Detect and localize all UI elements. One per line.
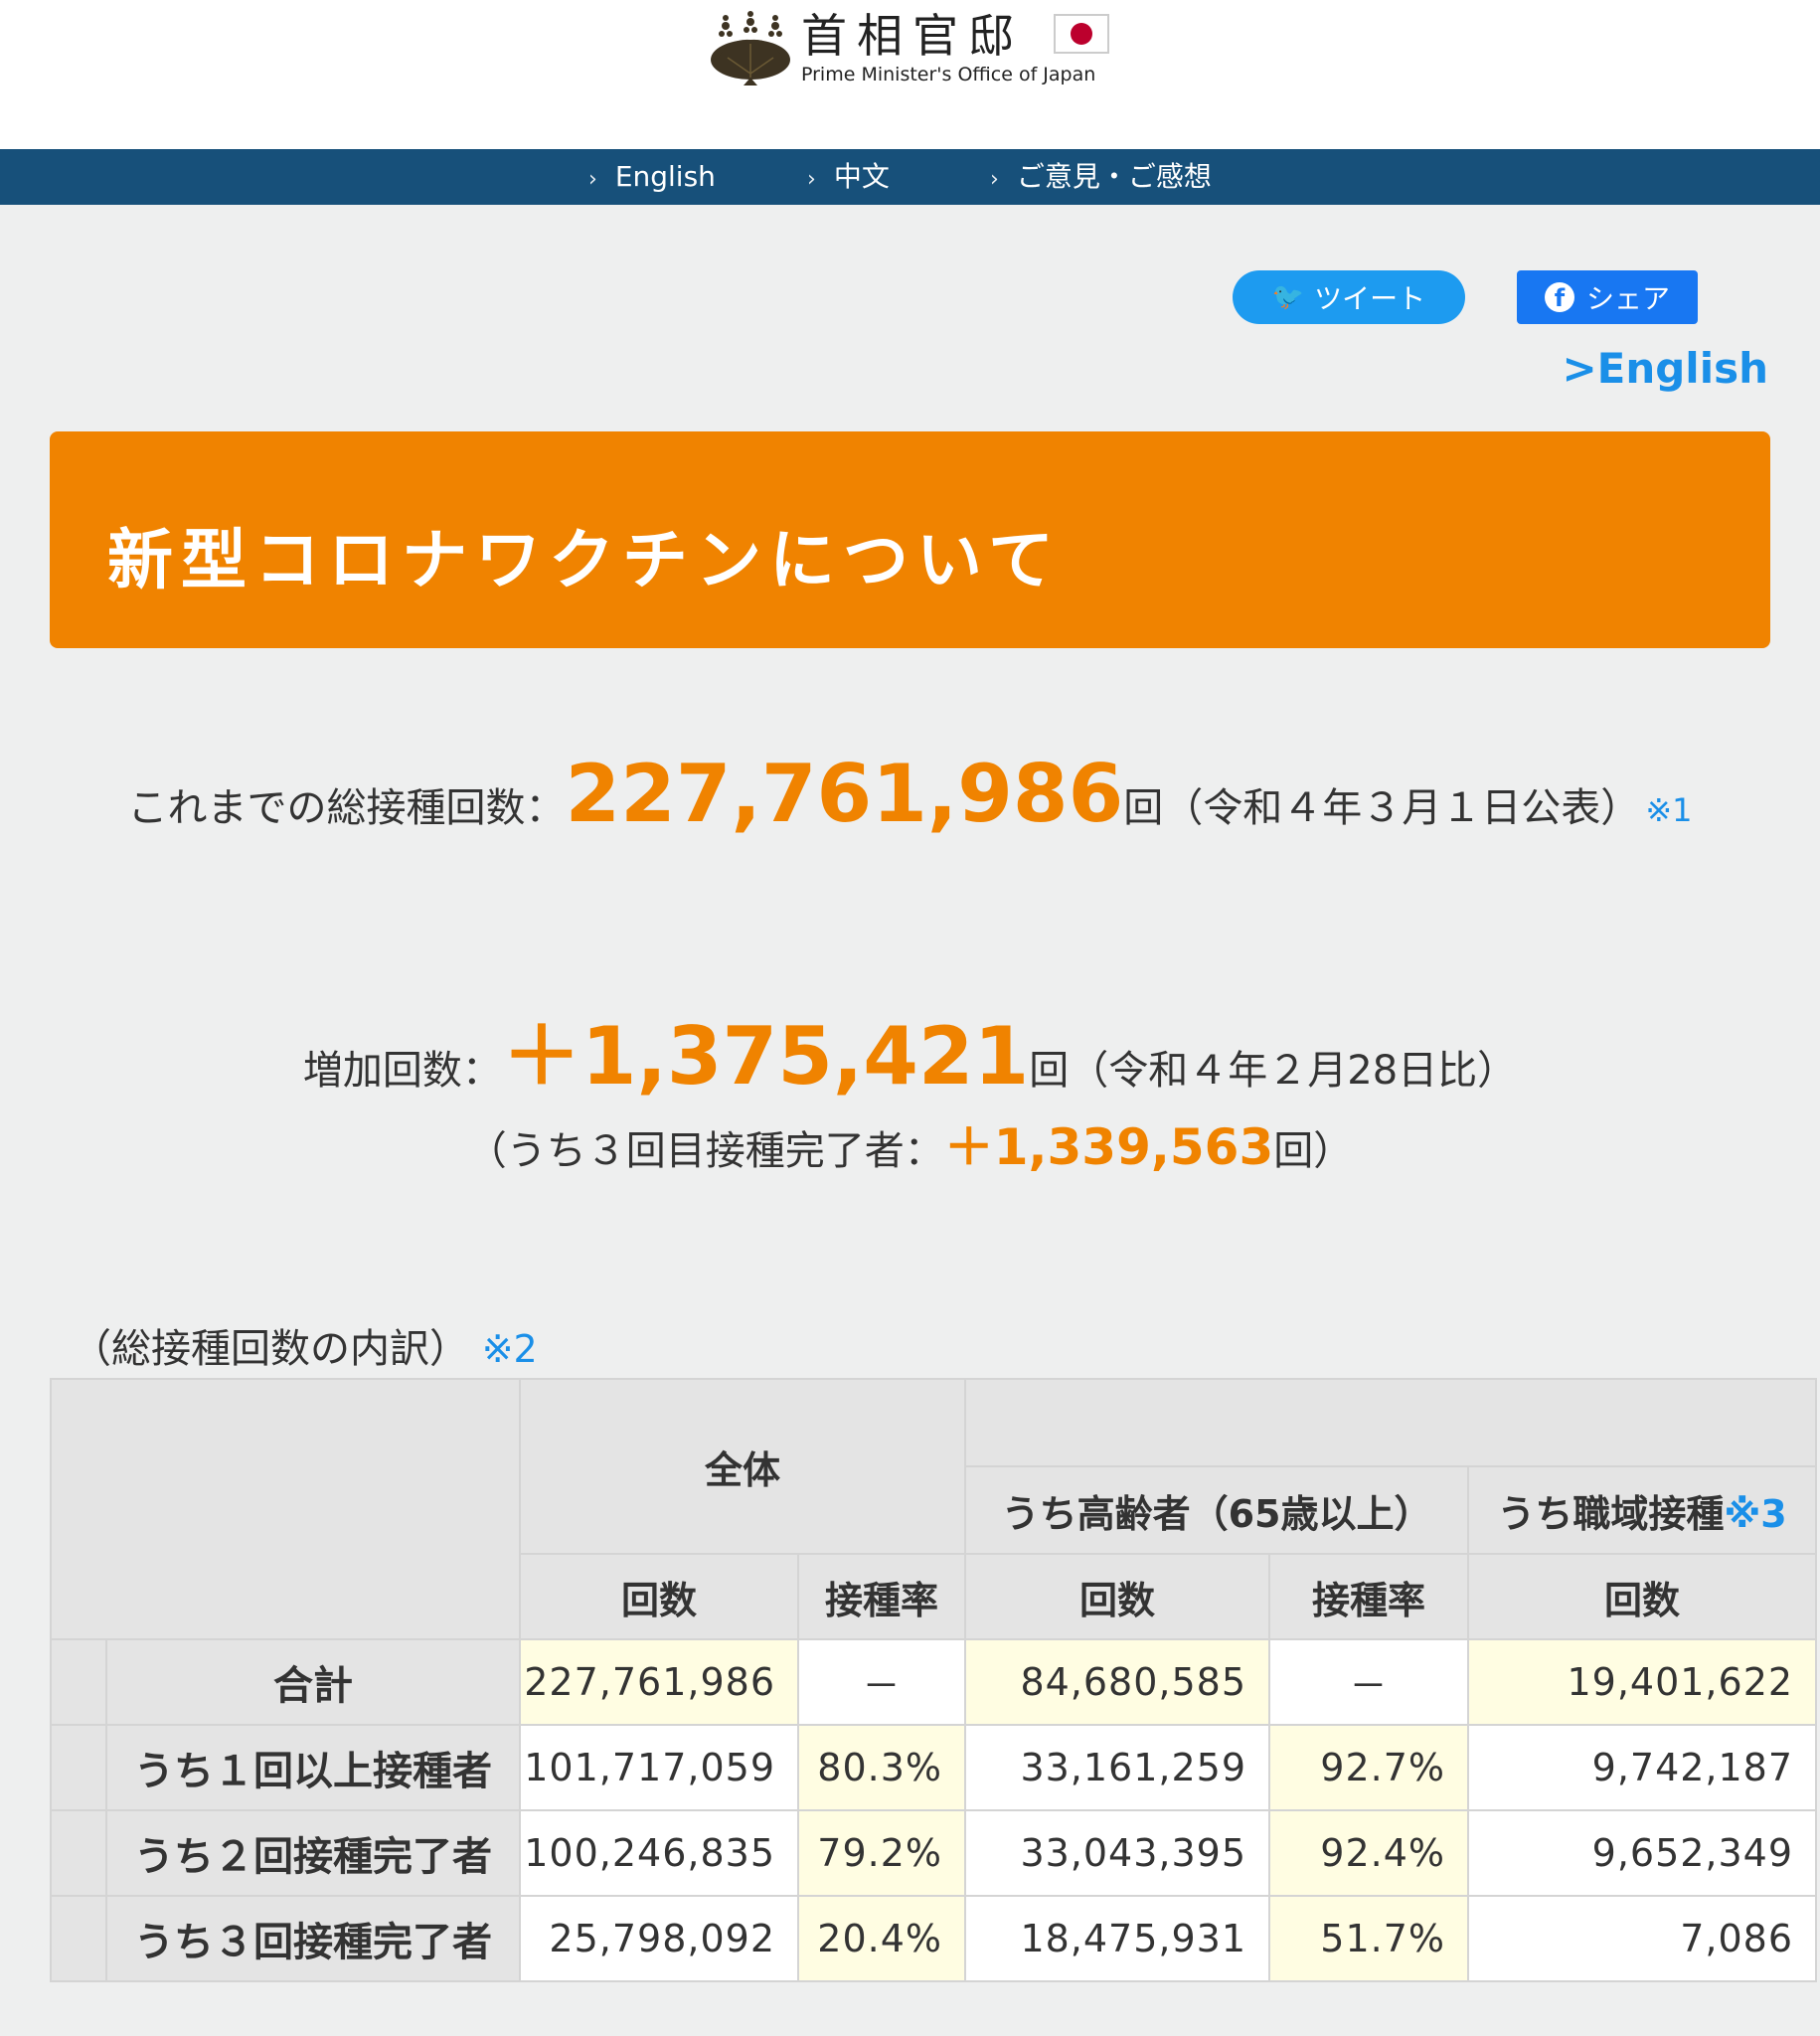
row-indent	[50, 1809, 107, 1897]
row-indent	[50, 1724, 107, 1811]
row-indent	[50, 1895, 107, 1982]
nav-link-label: ご意見・ご感想	[1016, 160, 1212, 193]
group-header-elderly: うち高齢者（65歳以上）	[964, 1465, 1470, 1555]
group-header-workplace: うち職域接種※3	[1467, 1465, 1818, 1555]
row-indent	[50, 1638, 107, 1726]
flag-sun	[1071, 23, 1092, 45]
third-dose-increase-line: （うち３回目接種完了者：＋1,339,563回）	[0, 1107, 1820, 1179]
page-title-banner: 新型コロナワクチンについて	[50, 431, 1770, 648]
workplace-label: うち職域接種	[1497, 1491, 1725, 1536]
cell-all-rate: 20.4%	[796, 1895, 967, 1982]
cell-all-count: 101,717,059	[519, 1724, 799, 1811]
twitter-bird-icon: 🐦	[1271, 282, 1305, 312]
cell-elderly-rate: －	[1268, 1638, 1470, 1726]
cell-all-rate: －	[796, 1638, 967, 1726]
cell-all-count: 100,246,835	[519, 1809, 799, 1897]
cell-elderly-count: 33,161,259	[964, 1724, 1271, 1811]
share-label: シェア	[1585, 282, 1670, 315]
tweet-button[interactable]: 🐦 ツイート	[1233, 270, 1465, 324]
footnote-link-2[interactable]: ※2	[482, 1327, 538, 1371]
logo-title-en: Prime Minister's Office of Japan	[801, 64, 1096, 85]
row-header: うち２回接種完了者	[105, 1809, 521, 1897]
total-value: 227,761,986	[565, 748, 1124, 840]
group-header-spacer	[964, 1378, 1818, 1467]
footnote-link-3[interactable]: ※3	[1724, 1492, 1786, 1536]
chevron-right-icon: ›	[807, 167, 816, 192]
third-dose-prefix: （うち３回目接種完了者：	[466, 1128, 944, 1174]
facebook-icon: f	[1544, 282, 1574, 312]
table-row: うち２回接種完了者 100,246,835 79.2% 33,043,395 9…	[50, 1809, 1818, 1897]
english-page-link[interactable]: >English	[1562, 344, 1768, 393]
increase-line: 増加回数：＋1,375,421回（令和４年２月28日比）	[0, 992, 1820, 1107]
chevron-right-icon: ›	[990, 167, 999, 192]
table-corner	[50, 1378, 521, 1640]
row-header: うち１回以上接種者	[105, 1724, 521, 1811]
vaccination-breakdown-table: 全体 うち高齢者（65歳以上） うち職域接種※3 回数 接種率 回数 接種率 回…	[50, 1378, 1818, 1982]
table-row: うち１回以上接種者 101,717,059 80.3% 33,161,259 9…	[50, 1724, 1818, 1811]
cell-elderly-rate: 51.7%	[1268, 1895, 1470, 1982]
cell-elderly-count: 84,680,585	[964, 1638, 1271, 1726]
cell-elderly-rate: 92.4%	[1268, 1809, 1470, 1897]
total-label: これまでの総接種回数：	[127, 785, 566, 831]
chevron-right-icon: ›	[588, 167, 597, 192]
col-header-rate: 接種率	[796, 1553, 967, 1640]
nav-link-english[interactable]: › English	[588, 149, 716, 205]
facebook-share-button[interactable]: f シェア	[1517, 270, 1698, 324]
cell-all-rate: 80.3%	[796, 1724, 967, 1811]
paulownia-crest-icon	[708, 8, 793, 87]
increase-value: ＋1,375,421	[501, 1010, 1030, 1103]
nav-link-feedback[interactable]: › ご意見・ご感想	[990, 149, 1212, 205]
cell-elderly-count: 18,475,931	[964, 1895, 1271, 1982]
nav-link-label: 中文	[833, 160, 890, 193]
cell-all-rate: 79.2%	[796, 1809, 967, 1897]
cell-elderly-count: 33,043,395	[964, 1809, 1271, 1897]
site-header: 首相官邸 Prime Minister's Office of Japan	[0, 0, 1820, 149]
col-header-count: 回数	[964, 1553, 1271, 1640]
table-row: うち３回接種完了者 25,798,092 20.4% 18,475,931 51…	[50, 1895, 1818, 1982]
third-dose-suffix: 回）	[1273, 1128, 1354, 1174]
row-header: うち３回接種完了者	[105, 1895, 521, 1982]
nav-link-label: English	[614, 160, 716, 193]
cell-workplace-count: 7,086	[1467, 1895, 1818, 1982]
cell-workplace-count: 9,742,187	[1467, 1724, 1818, 1811]
row-header: 合計	[105, 1638, 521, 1726]
top-nav-bar: › English › 中文 › ご意見・ご感想	[0, 149, 1820, 205]
cell-workplace-count: 19,401,622	[1467, 1638, 1818, 1726]
total-unit: 回	[1123, 785, 1164, 831]
tweet-label: ツイート	[1314, 282, 1426, 315]
cell-elderly-rate: 92.7%	[1268, 1724, 1470, 1811]
logo-title-jp: 首相官邸	[801, 9, 1024, 63]
cell-all-count: 227,761,986	[519, 1638, 799, 1726]
japan-flag-icon	[1054, 14, 1109, 54]
breakdown-heading: （総接種回数の内訳） ※2	[72, 1316, 538, 1374]
total-vaccinations-line: これまでの総接種回数：227,761,986回（令和４年３月１日公表） ※1	[0, 748, 1820, 840]
col-header-count: 回数	[519, 1553, 799, 1640]
table-row: 合計 227,761,986 － 84,680,585 － 19,401,622	[50, 1638, 1818, 1726]
increase-label: 増加回数：	[302, 1048, 502, 1094]
col-header-count: 回数	[1467, 1553, 1818, 1640]
breakdown-label: （総接種回数の内訳）	[72, 1326, 469, 1372]
third-dose-value: ＋1,339,563	[943, 1118, 1274, 1176]
col-header-rate: 接種率	[1268, 1553, 1470, 1640]
increase-date: （令和４年２月28日比）	[1069, 1048, 1518, 1094]
nav-link-chinese[interactable]: › 中文	[807, 149, 890, 205]
cell-workplace-count: 9,652,349	[1467, 1809, 1818, 1897]
footnote-link-1[interactable]: ※1	[1645, 791, 1692, 829]
total-date: （令和４年３月１日公表）	[1163, 785, 1641, 831]
cell-all-count: 25,798,092	[519, 1895, 799, 1982]
page-title: 新型コロナワクチンについて	[107, 522, 1063, 598]
group-header-all: 全体	[518, 1378, 967, 1555]
increase-unit: 回	[1029, 1048, 1070, 1094]
